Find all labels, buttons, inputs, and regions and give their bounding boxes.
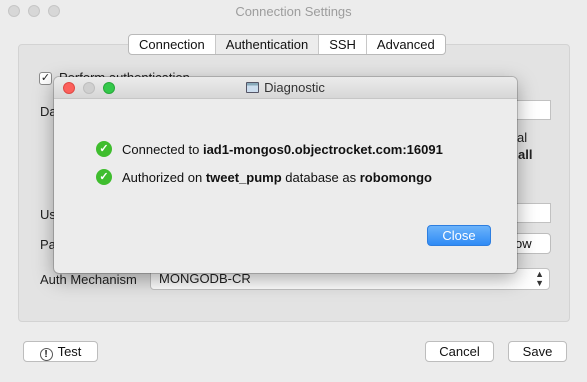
close-window-button[interactable]	[8, 5, 20, 17]
tab-advanced[interactable]: Advanced	[367, 35, 445, 54]
dialog-zoom-light-button[interactable]	[103, 82, 115, 94]
auth-mechanism-value: MONGODB-CR	[159, 271, 251, 286]
warning-icon: !	[39, 348, 53, 361]
dialog-title: Diagnostic	[264, 80, 325, 95]
auth-mechanism-label: Auth Mechanism	[40, 272, 137, 287]
authorized-prefix: Authorized on	[122, 169, 206, 185]
connected-host: iad1-mongos0.objectrocket.com:16091	[202, 141, 443, 157]
authorized-message: ✓ Authorized on tweet_pump database as r…	[96, 169, 432, 185]
authorized-user: robomongo	[359, 169, 432, 185]
diagnostic-dialog: Diagnostic ✓ Connected to iad1-mongos0.o…	[54, 77, 517, 273]
select-chevron-icon: ▲ ▼	[535, 269, 544, 288]
test-button[interactable]: ! Test	[23, 341, 98, 362]
test-button-label: Test	[57, 344, 82, 359]
dialog-minimize-light-button	[83, 82, 95, 94]
window-icon	[246, 82, 260, 93]
dialog-titlebar: Diagnostic	[54, 77, 517, 99]
connected-prefix: Connected to	[122, 141, 203, 157]
window-titlebar: Connection Settings	[0, 0, 587, 22]
dialog-title-group: Diagnostic	[246, 80, 325, 95]
authorized-database: tweet_pump	[205, 169, 282, 185]
authorized-middle: database as	[281, 169, 360, 185]
tab-ssh[interactable]: SSH	[319, 35, 367, 54]
user-name-input[interactable]	[512, 203, 551, 223]
perform-authentication-checkbox[interactable]: ✓	[39, 72, 52, 85]
minimize-window-button[interactable]	[28, 5, 40, 17]
settings-tabs: Connection Authentication SSH Advanced	[128, 34, 446, 55]
dialog-close-light-button[interactable]	[63, 82, 75, 94]
window-traffic-lights	[8, 5, 60, 17]
connected-message: ✓ Connected to iad1-mongos0.objectrocket…	[96, 141, 443, 157]
dialog-traffic-lights	[63, 82, 115, 94]
checkmark-icon: ✓	[96, 169, 112, 185]
database-hint-text-bold: all	[518, 147, 533, 162]
close-button[interactable]: Close	[427, 225, 491, 246]
tab-connection[interactable]: Connection	[129, 35, 216, 54]
database-hint-text: al	[517, 130, 528, 145]
window-title: Connection Settings	[235, 3, 352, 19]
cancel-button[interactable]: Cancel	[425, 341, 494, 362]
save-button[interactable]: Save	[508, 341, 567, 362]
checkmark-icon: ✓	[96, 141, 112, 157]
database-input[interactable]	[512, 100, 551, 120]
tab-authentication[interactable]: Authentication	[215, 35, 320, 54]
zoom-window-button[interactable]	[48, 5, 60, 17]
